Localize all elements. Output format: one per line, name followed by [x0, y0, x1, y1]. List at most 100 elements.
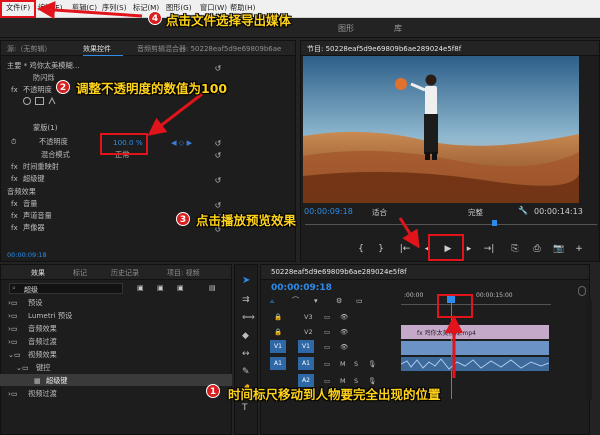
mark-in-icon[interactable]: { — [354, 243, 368, 255]
slip-tool-icon[interactable]: ↔ — [242, 349, 250, 359]
opacity-group-label[interactable]: 不透明度 — [23, 85, 52, 95]
tree-item-audio-effects[interactable]: 音频效果 — [28, 324, 57, 334]
microphone-icon[interactable]: 🎙 — [368, 360, 376, 368]
time-remap-label[interactable]: 时间重映射 — [23, 162, 59, 172]
captions-icon[interactable]: ▭ — [356, 296, 363, 305]
track-select-icon[interactable]: ⇉ — [242, 295, 250, 305]
reset-icon[interactable]: ↺ — [213, 64, 223, 74]
overwrite-icon[interactable]: ⎙ — [530, 243, 544, 255]
mask-label[interactable]: 蒙版(1) — [33, 123, 58, 133]
tab-markers[interactable]: 标记 — [73, 268, 87, 278]
tree-item-keying[interactable]: 键控 — [36, 363, 50, 373]
fx-badge-super-key: fx — [11, 174, 18, 183]
program-timecode[interactable]: 00:00:09:18 — [304, 207, 353, 216]
anti-flicker-label: 防闪烁 — [33, 73, 55, 82]
reset-icon[interactable]: ↺ — [213, 139, 223, 149]
solo-button[interactable]: S — [354, 360, 358, 368]
eye-icon[interactable]: 👁 — [340, 343, 348, 351]
audio-clip-a1[interactable] — [400, 357, 550, 371]
tab-history[interactable]: 历史记录 — [111, 268, 139, 278]
ellipse-mask-icon[interactable] — [23, 97, 31, 105]
pen-tool-icon[interactable]: ✎ — [242, 367, 250, 377]
mark-out-icon[interactable]: } — [374, 243, 388, 255]
go-to-in-icon[interactable]: |← — [398, 243, 412, 255]
export-frame-icon[interactable]: 📷 — [552, 243, 566, 255]
panner-label[interactable]: 声像器 — [23, 223, 45, 233]
source-patch-a1[interactable]: A1 — [270, 357, 286, 370]
effect-controls-timecode[interactable]: 00:00:09:18 — [7, 251, 47, 259]
tab-effects[interactable]: 效果 — [31, 268, 45, 278]
quality-select[interactable]: 完整 — [468, 207, 483, 218]
eye-icon[interactable]: 👁 — [340, 313, 348, 321]
fit-select[interactable]: 适合 — [372, 207, 387, 218]
track-label-v1[interactable]: V1 — [298, 340, 314, 353]
sync-lock-icon[interactable]: ▭ — [324, 313, 330, 321]
video-clip-v2[interactable]: fx 鸡你太美模糊.mp4 — [401, 325, 549, 339]
highlight-opacity-value — [100, 133, 148, 155]
menu-edit[interactable]: 编辑(E) — [38, 3, 63, 13]
program-monitor-header: 节目: 50228eaf5d9e69809b6ae289024e5f8f — [301, 41, 599, 56]
workspace-tab-graphics[interactable]: 图形 — [338, 23, 354, 34]
yuv-filter-icon[interactable]: ▣ — [177, 283, 184, 292]
tree-item-super-key[interactable]: 超级键 — [46, 376, 68, 386]
stopwatch-icon[interactable]: ⏱ — [11, 137, 17, 147]
menu-clip[interactable]: 剪辑(C) — [72, 3, 97, 13]
reset-icon[interactable]: ↺ — [213, 151, 223, 161]
new-bin-icon[interactable]: ▤ — [209, 283, 216, 292]
timeline-title[interactable]: 50228eaf5d9e69809b6ae289024e5f8f — [271, 268, 407, 276]
tree-item-lumetri[interactable]: Lumetri 预设 — [28, 311, 72, 321]
type-tool-icon[interactable]: T — [242, 403, 248, 413]
menu-bar: 文件(F) 编辑(E) 剪辑(C) 序列(S) 标记(M) 图形(G) 窗口(W… — [0, 0, 600, 18]
mute-button[interactable]: M — [340, 360, 346, 368]
effects-search-input[interactable]: ⌕ 超级 — [9, 283, 123, 294]
tree-folder-icon: ›▭ — [8, 337, 18, 346]
go-to-out-icon[interactable]: →| — [482, 243, 496, 255]
source-patch-v1[interactable]: V1 — [270, 340, 286, 353]
channel-volume-label[interactable]: 声道音量 — [23, 211, 52, 221]
volume-label[interactable]: 音量 — [23, 199, 37, 209]
razor-tool-icon[interactable]: ◆ — [242, 331, 249, 341]
super-key-label[interactable]: 超级键 — [23, 174, 45, 184]
snap-icon[interactable]: ⩟ — [270, 296, 274, 306]
track-label-a1[interactable]: A1 — [298, 357, 314, 370]
menu-sequence[interactable]: 序列(S) — [102, 3, 127, 13]
linked-selection-icon[interactable]: ⌒ — [292, 296, 299, 306]
sync-lock-icon[interactable]: ▭ — [324, 360, 330, 368]
time-ruler[interactable] — [401, 300, 551, 305]
workspace-tab-libraries[interactable]: 库 — [394, 23, 402, 34]
lock-icon[interactable]: 🔒 — [274, 328, 282, 336]
timeline-settings-icon[interactable]: ⚙ — [336, 296, 342, 305]
lock-icon[interactable]: 🔒 — [274, 313, 282, 321]
program-scrubber[interactable] — [305, 224, 597, 225]
program-video-frame[interactable] — [303, 56, 579, 203]
add-button-icon[interactable]: + — [572, 243, 586, 255]
tree-item-audio-transitions[interactable]: 音频过渡 — [28, 337, 57, 347]
insert-icon[interactable]: ⎘ — [508, 243, 522, 255]
rectangle-mask-icon[interactable] — [35, 97, 44, 105]
tree-item-presets[interactable]: 预设 — [28, 298, 42, 308]
sync-lock-icon[interactable]: ▭ — [324, 343, 330, 351]
tab-effect-controls[interactable]: 效果控件 — [83, 44, 111, 54]
32bit-filter-icon[interactable]: ▣ — [157, 283, 164, 292]
add-marker-icon[interactable]: ▾ — [314, 296, 318, 305]
vertical-zoom-handle[interactable] — [578, 286, 586, 296]
eye-icon[interactable]: 👁 — [340, 328, 348, 336]
tab-source[interactable]: 源:（无剪辑） — [7, 44, 51, 54]
wrench-icon[interactable]: 🔧 — [518, 206, 528, 215]
tree-item-video-effects[interactable]: 视频效果 — [28, 350, 57, 360]
pen-mask-icon[interactable] — [48, 96, 56, 105]
sync-lock-icon[interactable]: ▭ — [324, 328, 330, 336]
tree-item-video-transitions[interactable]: 视频过渡 — [28, 389, 57, 399]
tab-project[interactable]: 项目: 视频 — [167, 268, 200, 278]
video-clip-v1[interactable] — [401, 341, 549, 355]
program-playhead[interactable] — [492, 220, 497, 226]
program-monitor-title[interactable]: 节目: 50228eaf5d9e69809b6ae289024e5f8f — [307, 44, 461, 54]
tab-audio-mixer[interactable]: 音频剪辑混合器: 50228eaf5d9e69809b6ae — [137, 44, 281, 54]
step-forward-icon[interactable]: ▸ — [462, 243, 476, 255]
ripple-edit-icon[interactable]: ⟺ — [242, 313, 255, 323]
accelerated-filter-icon[interactable]: ▣ — [137, 283, 144, 292]
keyframe-nav-icon[interactable]: ◀ ◇ ▶ — [171, 138, 192, 147]
timeline-timecode[interactable]: 00:00:09:18 — [271, 283, 332, 293]
selection-tool-icon[interactable]: ➤ — [242, 275, 250, 286]
reset-icon[interactable]: ↺ — [213, 176, 223, 186]
